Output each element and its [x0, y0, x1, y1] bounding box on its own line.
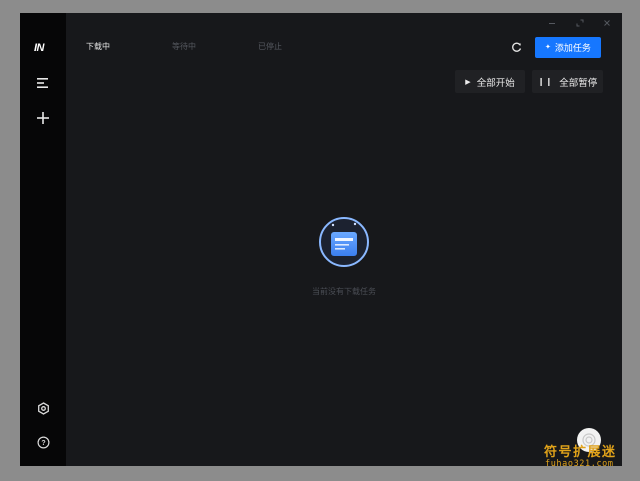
empty-state-message: 当前没有下载任务 [312, 287, 376, 296]
close-icon[interactable] [599, 17, 615, 29]
sidebar: IN ? [20, 13, 66, 466]
minimize-icon[interactable] [544, 17, 560, 29]
watermark-title: 符号扩展迷 [544, 445, 617, 460]
menu-icon[interactable] [33, 73, 53, 93]
maximize-icon[interactable] [572, 17, 588, 29]
svg-text:?: ? [41, 440, 45, 447]
refresh-icon [511, 42, 521, 52]
add-task-label: 添加任务 [554, 43, 591, 53]
watermark-domain: fuhao321.com [545, 459, 614, 469]
tab-stopped[interactable]: 已停止 [258, 41, 282, 52]
app-window: IN ? 下载中 等待中 已停止 ✦ 添加任务 ▶ 全部开始 ❙❙ 全部暂停 当… [20, 13, 622, 466]
plus-icon[interactable] [33, 108, 53, 128]
help-icon[interactable]: ? [33, 432, 53, 452]
tab-downloading[interactable]: 下载中 [86, 41, 110, 52]
pause-all-label: 全部暂停 [559, 77, 598, 89]
play-icon: ▶ [465, 78, 471, 86]
tab-waiting[interactable]: 等待中 [172, 41, 196, 52]
start-all-button[interactable]: ▶ 全部开始 [455, 70, 525, 93]
pause-all-button[interactable]: ❙❙ 全部暂停 [532, 70, 603, 93]
pause-icon: ❙❙ [537, 77, 554, 86]
add-task-button[interactable]: ✦ 添加任务 [535, 37, 601, 58]
app-logo: IN [34, 42, 45, 54]
refresh-button[interactable] [508, 39, 524, 55]
main-panel: 下载中 等待中 已停止 ✦ 添加任务 ▶ 全部开始 ❙❙ 全部暂停 当前没有下载… [66, 13, 622, 466]
empty-box-icon [318, 216, 370, 268]
start-all-label: 全部开始 [476, 77, 515, 89]
star-icon: ✦ [545, 44, 551, 51]
settings-icon[interactable] [33, 398, 53, 418]
